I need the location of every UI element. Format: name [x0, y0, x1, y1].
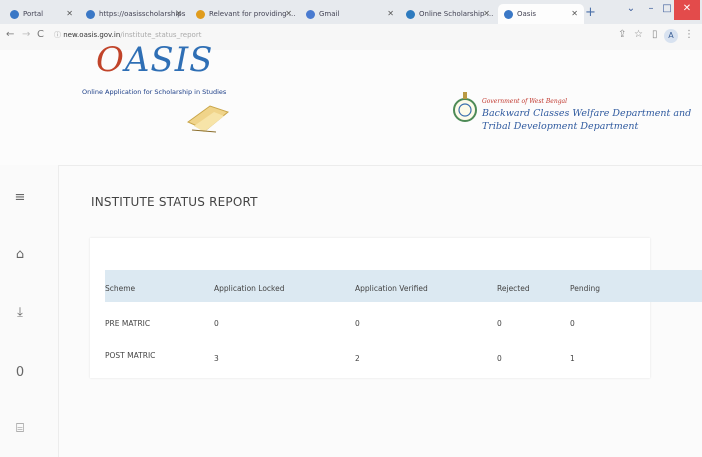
logo-letters: ASIS	[124, 40, 214, 80]
logo-emblem	[187, 105, 230, 133]
close-tab-icon[interactable]: ✕	[66, 9, 73, 18]
browser-tab-4[interactable]: Gmail ✕	[300, 4, 400, 24]
cell-application-verified: 2	[355, 354, 360, 363]
back-arrow-icon[interactable]: ←	[6, 29, 14, 40]
page: OASIS Online Application for Scholarship…	[0, 40, 702, 457]
tab-label: Relevant for providing ...	[209, 10, 296, 18]
profile-avatar-icon[interactable]: A	[664, 29, 678, 43]
cell-rejected: 0	[497, 354, 502, 363]
bookmark-star-icon[interactable]: ☆	[634, 29, 643, 40]
close-window-icon[interactable]: ✕	[674, 0, 700, 20]
cell-scheme: POST MATRIC	[105, 351, 156, 360]
report-card: Scheme Application Locked Application Ve…	[90, 238, 702, 378]
site-header: OASIS Online Application for Scholarship…	[0, 40, 702, 166]
cell-application-locked: 0	[214, 319, 219, 328]
tab-label: Portal	[23, 10, 44, 18]
tab-favicon-icon	[504, 9, 513, 19]
logo-wordmark: OASIS	[96, 40, 213, 80]
column-header-pending: Pending	[570, 284, 600, 293]
close-tab-icon[interactable]: ✕	[483, 9, 490, 18]
menu-icon[interactable]: ≡	[10, 190, 30, 205]
government-name: Government of West Bengal	[482, 98, 568, 105]
browser-menu-icon[interactable]: ⋮	[684, 29, 694, 40]
browser-tab-2[interactable]: https://oasisscholarships ... ✕	[80, 4, 188, 24]
close-tab-icon[interactable]: ✕	[285, 9, 292, 18]
sidebar: ≡ ⌂ ⤓ 0 ⌸	[0, 165, 59, 457]
info-icon[interactable]: 0	[10, 365, 30, 380]
tab-label: Online Scholarship ...	[419, 10, 494, 18]
new-tab-plus-icon[interactable]: +	[585, 5, 596, 20]
url-host: new.oasis.gov.in	[63, 31, 121, 39]
close-tab-icon[interactable]: ✕	[387, 9, 394, 18]
tab-favicon-icon	[196, 9, 205, 19]
column-header-rejected: Rejected	[497, 284, 530, 293]
cell-application-locked: 3	[214, 354, 219, 363]
government-emblem-icon	[453, 92, 477, 122]
cell-application-verified: 0	[355, 319, 360, 328]
logo-tagline: Online Application for Scholarship in St…	[82, 88, 227, 96]
browser-tab-3[interactable]: Relevant for providing ... ✕	[190, 4, 298, 24]
tab-label: Oasis	[517, 10, 537, 18]
url-path: /institute_status_report	[120, 31, 202, 39]
home-icon[interactable]: ⌂	[10, 247, 30, 262]
cell-pending: 0	[570, 319, 575, 328]
browser-tab-1[interactable]: Portal ✕	[4, 4, 79, 24]
download-icon[interactable]: ⤓	[10, 305, 30, 320]
cell-pending: 1	[570, 354, 575, 363]
close-tab-icon[interactable]: ✕	[175, 9, 182, 18]
page-title: INSTITUTE STATUS REPORT	[91, 195, 258, 209]
tab-favicon-icon	[406, 9, 415, 19]
logo-letter-o: O	[96, 40, 125, 80]
tab-favicon-icon	[10, 9, 19, 19]
gmail-icon	[306, 9, 315, 19]
url-field[interactable]: ⓘ new.oasis.gov.in/institute_status_repo…	[54, 30, 201, 40]
building-icon[interactable]: ⌸	[10, 421, 30, 436]
browser-tab-5[interactable]: Online Scholarship ... ✕	[400, 4, 496, 24]
column-header-scheme: Scheme	[105, 284, 136, 293]
tab-favicon-icon	[86, 9, 95, 19]
tab-strip: Portal ✕ https://oasisscholarships ... ✕…	[0, 0, 702, 24]
extension-icon[interactable]: ▯	[652, 29, 658, 40]
browser-tab-active[interactable]: Oasis ✕	[498, 4, 584, 24]
page-info-icon[interactable]: ⓘ	[54, 31, 63, 39]
cell-scheme: PRE MATRIC	[105, 319, 151, 328]
department-name-line-2: Tribal Development Department	[482, 121, 639, 132]
column-header-application-locked: Application Locked	[214, 284, 285, 293]
close-tab-icon[interactable]: ✕	[571, 9, 578, 18]
column-header-application-verified: Application Verified	[355, 284, 428, 293]
reload-icon[interactable]: C	[37, 29, 44, 40]
department-name-line-1: Backward Classes Welfare Department and	[482, 108, 692, 119]
forward-arrow-icon[interactable]: →	[22, 29, 30, 40]
cell-rejected: 0	[497, 319, 502, 328]
tab-label: Gmail	[319, 10, 340, 18]
share-icon[interactable]: ⇪	[618, 29, 626, 40]
